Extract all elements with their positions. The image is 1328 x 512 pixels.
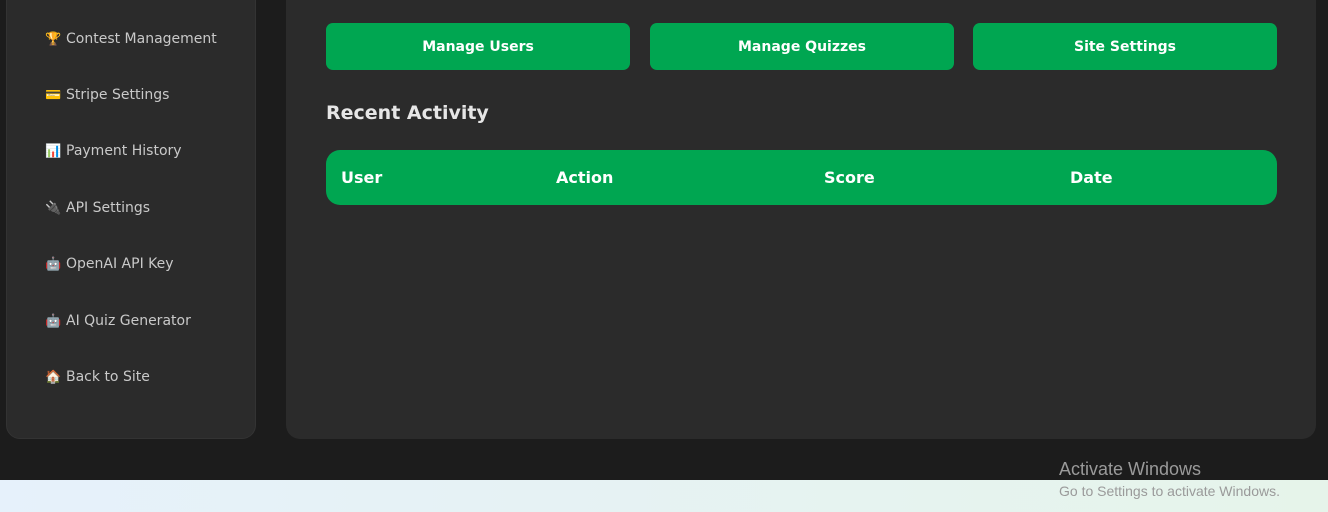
sidebar-item-payment-history[interactable]: 📊 Payment History [45, 140, 182, 162]
sidebar-item-label: OpenAI API Key [66, 256, 174, 272]
robot-icon: 🤖 [45, 256, 62, 272]
sidebar-item-label: Stripe Settings [66, 87, 170, 103]
plug-icon: 🔌 [45, 200, 62, 216]
sidebar-item-openai-api-key[interactable]: 🤖 OpenAI API Key [45, 253, 174, 275]
sidebar-item-label: Back to Site [66, 369, 150, 385]
dashboard-main-panel: Manage Users Manage Quizzes Site Setting… [286, 0, 1316, 439]
manage-users-button[interactable]: Manage Users [326, 23, 630, 70]
site-settings-button[interactable]: Site Settings [973, 23, 1277, 70]
sidebar-item-api-settings[interactable]: 🔌 API Settings [45, 197, 150, 219]
sidebar-item-label: Payment History [66, 143, 182, 159]
column-header-action: Action [556, 168, 614, 187]
manage-quizzes-button[interactable]: Manage Quizzes [650, 23, 954, 70]
activate-windows-title: Activate Windows [1059, 459, 1202, 479]
sidebar-item-ai-quiz-generator[interactable]: 🤖 AI Quiz Generator [45, 310, 191, 332]
sidebar-item-label: Contest Management [66, 31, 217, 47]
activate-windows-subtitle: Go to Settings to activate Windows. [1059, 483, 1280, 499]
bar-chart-icon: 📊 [45, 143, 62, 159]
column-header-date: Date [1070, 168, 1113, 187]
sidebar-item-label: API Settings [66, 200, 151, 216]
column-header-score: Score [824, 168, 875, 187]
trophy-icon: 🏆 [45, 31, 62, 47]
sidebar-item-label: AI Quiz Generator [66, 313, 191, 329]
recent-activity-title: Recent Activity [326, 102, 489, 124]
sidebar-item-contest-management[interactable]: 🏆 Contest Management [45, 28, 217, 50]
activity-table-header: User Action Score Date [326, 150, 1277, 205]
robot-icon: 🤖 [45, 313, 62, 329]
column-header-user: User [341, 168, 383, 187]
credit-card-icon: 💳 [45, 87, 62, 103]
admin-sidebar: 🏆 Contest Management 💳 Stripe Settings 📊… [6, 0, 256, 439]
sidebar-item-back-to-site[interactable]: 🏠 Back to Site [45, 366, 150, 388]
sidebar-item-stripe-settings[interactable]: 💳 Stripe Settings [45, 84, 169, 106]
home-icon: 🏠 [45, 369, 62, 385]
